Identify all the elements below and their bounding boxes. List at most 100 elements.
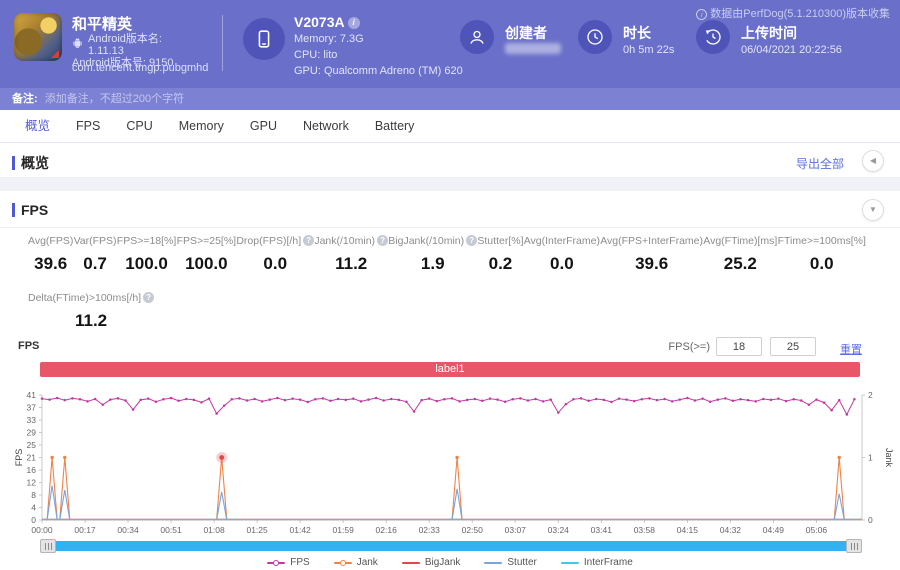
legend-item-InterFrame[interactable]: InterFrame xyxy=(560,557,633,568)
fps-panel: FPS ▼ Avg(FPS) 39.6 Var(FPS) 0.7 FPS>=18[%] 1… xyxy=(0,191,900,570)
overview-title: 概览 xyxy=(12,153,49,173)
svg-text:02:16: 02:16 xyxy=(376,525,398,535)
upload-time-icon xyxy=(696,20,730,54)
legend-item-Stutter[interactable]: Stutter xyxy=(484,557,537,568)
section-separator xyxy=(0,178,900,191)
note-label: 备注: xyxy=(12,93,38,105)
legend-label: FPS xyxy=(290,557,310,568)
tab-Battery[interactable]: Battery xyxy=(362,110,428,142)
device-icon xyxy=(243,18,285,60)
game-app-icon xyxy=(14,13,62,61)
android-icon xyxy=(72,36,83,52)
metric-label: BigJank(/10min) xyxy=(388,235,465,247)
fps-metrics-row: Avg(FPS) 39.6 Var(FPS) 0.7 FPS>=18[%] 100.0 FP… xyxy=(0,235,900,274)
svg-text:37: 37 xyxy=(27,403,37,413)
svg-text:21: 21 xyxy=(27,453,37,463)
metric-FPS>=25[%]: FPS>=25[%] 100.0 xyxy=(177,235,237,274)
svg-text:4: 4 xyxy=(31,503,36,513)
device-info-icon[interactable]: i xyxy=(347,17,360,29)
help-icon[interactable]: ? xyxy=(377,235,389,246)
fps-chart-header: FPS FPS(>=) 重置 xyxy=(0,337,900,357)
tab-CPU[interactable]: CPU xyxy=(113,110,165,142)
legend-marker xyxy=(560,561,579,564)
help-icon[interactable]: ? xyxy=(143,292,155,303)
collect-note: i 数据由PerfDog(5.1.210300)版本收集 xyxy=(696,5,890,21)
tab-Memory[interactable]: Memory xyxy=(166,110,237,142)
overview-collapse-button[interactable]: ◀ xyxy=(862,150,884,172)
svg-text:00:34: 00:34 xyxy=(117,525,139,535)
tab-FPS[interactable]: FPS xyxy=(63,110,113,142)
svg-text:04:32: 04:32 xyxy=(720,525,742,535)
metric-label: FTime>=100ms[%] xyxy=(777,235,866,247)
svg-text:03:41: 03:41 xyxy=(591,525,613,535)
upload-time-value: 06/04/2021 20:22:56 xyxy=(741,44,842,56)
metric-label: Drop(FPS)[/h] xyxy=(236,235,302,247)
label-band[interactable]: label1 xyxy=(40,362,860,377)
legend-marker xyxy=(267,559,286,566)
scrollbar-left-handle[interactable] xyxy=(40,539,56,553)
svg-text:00:51: 00:51 xyxy=(160,525,182,535)
svg-text:02:50: 02:50 xyxy=(462,525,484,535)
metric-label: FPS>=18[%] xyxy=(116,235,177,247)
metric-value: 0.7 xyxy=(83,254,107,273)
legend-marker xyxy=(333,559,352,566)
legend-marker xyxy=(401,561,420,564)
legend-item-FPS[interactable]: FPS xyxy=(267,557,310,568)
metric-label: Jank(/10min) xyxy=(314,235,376,247)
chart-range-scrollbar[interactable] xyxy=(40,539,862,553)
metric-label: Stutter[%] xyxy=(477,235,524,247)
metric-value: 0.0 xyxy=(550,254,574,273)
header-divider xyxy=(222,15,223,71)
help-icon[interactable]: ? xyxy=(303,235,315,246)
creator-name-blurred xyxy=(505,43,561,54)
reset-link[interactable]: 重置 xyxy=(840,341,862,357)
svg-text:FPS: FPS xyxy=(14,449,24,467)
metric-value: 39.6 xyxy=(34,254,68,273)
svg-text:Jank: Jank xyxy=(884,448,894,468)
note-placeholder: 添加备注，不超过200个字符 xyxy=(44,93,185,105)
svg-text:01:59: 01:59 xyxy=(333,525,355,535)
svg-text:00:00: 00:00 xyxy=(31,525,53,535)
svg-text:12: 12 xyxy=(27,478,37,488)
metric-label: Avg(FPS+InterFrame) xyxy=(600,235,704,247)
legend-item-BigJank[interactable]: BigJank xyxy=(401,557,460,568)
svg-text:01:42: 01:42 xyxy=(290,525,312,535)
fps-chart[interactable]: 0 4 8 12 16 21 25 29 33 37 41 0 1 2 00:00 00:17 00:34 00:… xyxy=(0,385,900,538)
metric-Stutter[%]: Stutter[%] 0.2 xyxy=(477,235,523,274)
metric-Avg(FTime)[ms]: Avg(FTime)[ms] 25.2 xyxy=(703,235,777,274)
metric-Var(FPS): Var(FPS) 0.7 xyxy=(74,235,117,274)
info-icon: i xyxy=(696,9,708,20)
app-icon-badge xyxy=(51,50,59,58)
fps-threshold-label: FPS(>=) xyxy=(668,341,710,353)
legend-item-Jank[interactable]: Jank xyxy=(333,557,378,568)
svg-text:0: 0 xyxy=(31,515,36,525)
metric-Avg(FPS): Avg(FPS) 39.6 xyxy=(28,235,73,274)
metric-BigJank(/10min): BigJank(/10min)? 1.9 xyxy=(388,235,478,274)
fps-chart-svg: 048121621252933374101200:00 00:17 00:34 00:… xyxy=(14,390,894,535)
svg-text:03:07: 03:07 xyxy=(505,525,527,535)
metric-value: 0.0 xyxy=(263,254,288,273)
device-memory: Memory: 7.3G xyxy=(294,33,364,45)
chart-axis-title: FPS xyxy=(18,340,40,352)
metric-label: FPS>=25[%] xyxy=(176,235,237,247)
svg-text:41: 41 xyxy=(27,390,37,400)
app-package: com.tencent.tmgp.pubgmhd xyxy=(72,62,209,74)
fps-threshold-input-2[interactable] xyxy=(770,337,816,356)
svg-text:01:25: 01:25 xyxy=(246,525,268,535)
fps-collapse-button[interactable]: ▼ xyxy=(862,199,884,221)
upload-time-label: 上传时间 xyxy=(741,25,797,41)
svg-text:03:58: 03:58 xyxy=(634,525,656,535)
help-icon[interactable]: ? xyxy=(466,235,478,246)
tab-Network[interactable]: Network xyxy=(290,110,362,142)
fps-threshold-input-1[interactable] xyxy=(716,337,762,356)
divider xyxy=(0,227,900,228)
export-all-link[interactable]: 导出全部 xyxy=(796,155,844,172)
legend-marker xyxy=(484,561,503,564)
device-gpu: GPU: Qualcomm Adreno (TM) 620 xyxy=(294,65,463,77)
svg-text:33: 33 xyxy=(27,415,37,425)
tab-概览[interactable]: 概览 xyxy=(12,110,63,142)
svg-text:8: 8 xyxy=(31,490,36,500)
scrollbar-right-handle[interactable] xyxy=(846,539,862,553)
tab-GPU[interactable]: GPU xyxy=(237,110,290,142)
note-bar[interactable]: 备注: 添加备注，不超过200个字符 xyxy=(0,88,900,110)
